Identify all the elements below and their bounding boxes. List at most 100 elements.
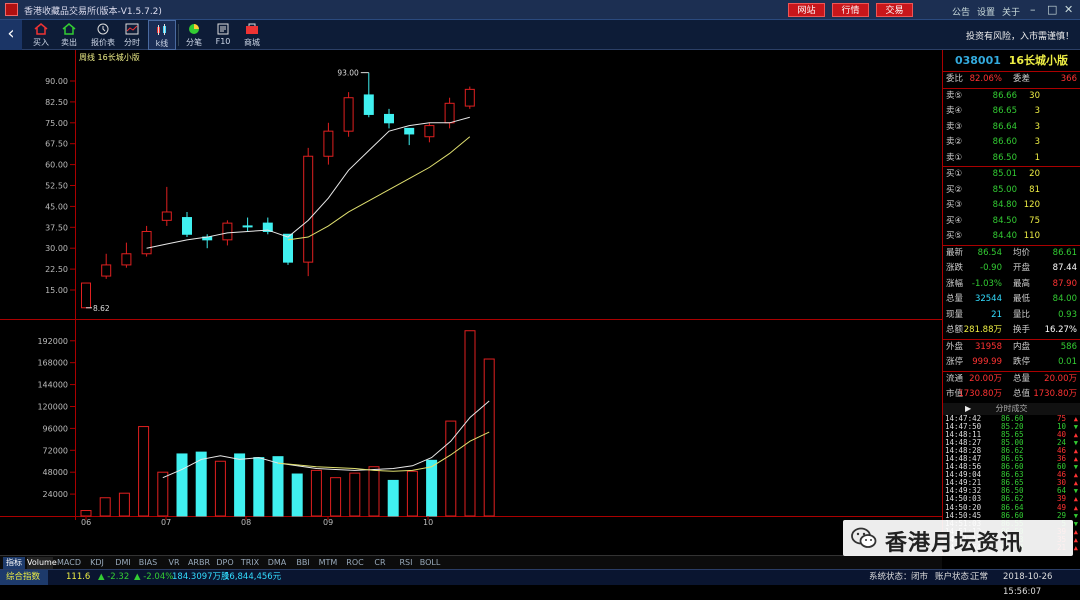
kline-chart-svg[interactable]: 90.00 82.50 75.00 67.50 60.00 52.50 45.00 37.50…	[0, 50, 942, 555]
candle	[424, 122, 435, 143]
candle-body	[404, 127, 415, 135]
arrow-up-icon: ▲	[1073, 495, 1078, 504]
buy-order-row[interactable]: 买① 85.01 20	[943, 167, 1080, 183]
stat-label: 最低	[1013, 294, 1031, 304]
stat-label: 委差	[1013, 74, 1031, 84]
stat-value: 31958	[974, 341, 1002, 352]
stat-label: 涨幅	[946, 278, 964, 289]
tab-roc[interactable]: ROC	[343, 557, 367, 569]
tab-rsi[interactable]: RSI	[396, 557, 416, 569]
order-price: 84.50	[992, 215, 1017, 226]
minimize-icon[interactable]: –	[1030, 3, 1036, 16]
price-tick-label: 75.00	[45, 119, 68, 128]
stat-label: 最高	[1013, 278, 1031, 289]
sell-order-row[interactable]: 卖① 86.50 1	[943, 151, 1080, 167]
candle-body	[323, 130, 334, 157]
sell-order-row[interactable]: 卖③ 86.64 3	[943, 120, 1080, 136]
sell-order-row[interactable]: 卖⑤ 86.66 30	[943, 89, 1080, 105]
settings-link[interactable]: 设置	[977, 5, 995, 18]
order-qty: 3	[1034, 106, 1040, 116]
stat-label: 现量	[946, 309, 964, 320]
price-tick-label: 37.50	[45, 223, 68, 232]
sell-order-row[interactable]: 卖④ 86.65 3	[943, 104, 1080, 120]
buy-order-row[interactable]: 买② 85.00 81	[943, 183, 1080, 199]
candle	[384, 108, 394, 129]
stat-value: 0.93	[1058, 309, 1077, 320]
maximize-icon[interactable]: □	[1047, 3, 1057, 16]
stat-label: 总量	[1013, 373, 1031, 384]
system-status-value: 闭市	[911, 572, 929, 582]
date-tick-label: 07	[161, 518, 171, 527]
capital-stats: 流通 20.00万 总量 20.00万 市值 1730.80万 总值 1730.80万	[943, 372, 1080, 403]
sell-order-row[interactable]: 卖② 86.60 3	[943, 135, 1080, 151]
ticks-header[interactable]: ▶ 分时成交	[943, 402, 1080, 415]
tick-button[interactable]: 分笔	[180, 20, 208, 50]
arrow-up-icon: ▲	[1073, 414, 1078, 423]
candle-body	[81, 282, 91, 309]
risk-warning: 投资有风险，入市需谨慎！	[965, 32, 1074, 42]
date-tick-label: 09	[323, 518, 333, 527]
volume-tick-label: 192000	[37, 337, 68, 346]
tab-mtm[interactable]: MTM	[317, 557, 339, 569]
arrow-down-icon: ▼	[1073, 422, 1078, 431]
tab-指标[interactable]: 指标	[3, 557, 25, 569]
tab-dmi[interactable]: DMI	[112, 557, 134, 569]
tab-dpo[interactable]: DPO	[214, 557, 236, 569]
about-link[interactable]: 关于	[1002, 5, 1020, 18]
f10-button[interactable]: F10	[209, 20, 237, 50]
mall-button[interactable]: 商城	[238, 20, 266, 50]
timeshare-button[interactable]: 分时	[118, 20, 146, 50]
sell-button[interactable]: 卖出	[55, 20, 83, 50]
quote-table-button[interactable]: 报价表	[89, 20, 117, 50]
stat-label: 委比	[946, 74, 964, 84]
order-qty: 75	[1029, 215, 1040, 226]
stat-value: 87.90	[1052, 278, 1077, 289]
volume-bar	[138, 426, 150, 517]
tab-bias[interactable]: BIAS	[136, 557, 160, 569]
buy-button[interactable]: 买入	[27, 20, 55, 50]
buy-order-row[interactable]: 买④ 84.50 75	[943, 214, 1080, 230]
stat-row: 总额 281.88万 换手 16.27%	[943, 323, 1080, 339]
stat-row: 总量 32544 最低 84.00	[943, 292, 1080, 308]
ma-long-line	[287, 136, 471, 241]
kline-button[interactable]: k线	[148, 20, 176, 50]
back-button[interactable]: ‹	[0, 20, 22, 50]
order-price: 86.66	[992, 90, 1017, 101]
kline-chart[interactable]: 90.00 82.50 75.00 67.50 60.00 52.50 45.00 37.50…	[0, 50, 942, 555]
stat-label: 流通	[946, 373, 964, 384]
market-button[interactable]: 行情	[832, 3, 869, 17]
arrow-down-icon: ▼	[1073, 463, 1078, 472]
tab-boll[interactable]: BOLL	[419, 557, 441, 569]
close-icon[interactable]: ✕	[1064, 3, 1073, 16]
play-icon[interactable]: ▶	[965, 403, 971, 415]
stat-label: 内盘	[1013, 341, 1031, 352]
website-button[interactable]: 网站	[788, 3, 825, 17]
tab-macd[interactable]: MACD	[55, 557, 83, 569]
kline-axis-line	[75, 50, 76, 520]
order-qty: 110	[1023, 231, 1040, 241]
volume-bar	[310, 469, 322, 517]
stat-value: 32544	[974, 294, 1002, 304]
tab-volume[interactable]: Volume	[27, 557, 57, 569]
buy-order-row[interactable]: 买③ 84.80 120	[943, 198, 1080, 214]
tab-cr[interactable]: CR	[370, 557, 390, 569]
stock-name: 16长城小版	[1008, 54, 1069, 67]
stat-value: 84.00	[1052, 294, 1077, 304]
tab-arbr[interactable]: ARBR	[187, 557, 211, 569]
candle-body	[464, 88, 475, 107]
order-qty: 1	[1034, 152, 1040, 163]
stat-label: 均价	[1013, 247, 1031, 258]
candle-body	[222, 222, 233, 241]
buy-order-row[interactable]: 买⑤ 84.40 110	[943, 229, 1080, 245]
tab-trix[interactable]: TRIX	[239, 557, 261, 569]
tab-vr[interactable]: VR	[164, 557, 184, 569]
tab-bbi[interactable]: BBI	[293, 557, 313, 569]
tab-dma[interactable]: DMA	[265, 557, 289, 569]
order-price: 85.01	[992, 169, 1017, 179]
trade-button[interactable]: 交易	[876, 3, 913, 17]
notice-link[interactable]: 公告	[952, 5, 970, 18]
stat-row: 流通 20.00万 总量 20.00万	[943, 372, 1080, 388]
index-volume: 184.3097万股	[172, 572, 230, 582]
tab-kdj[interactable]: KDJ	[85, 557, 109, 569]
candle-body	[121, 253, 132, 266]
